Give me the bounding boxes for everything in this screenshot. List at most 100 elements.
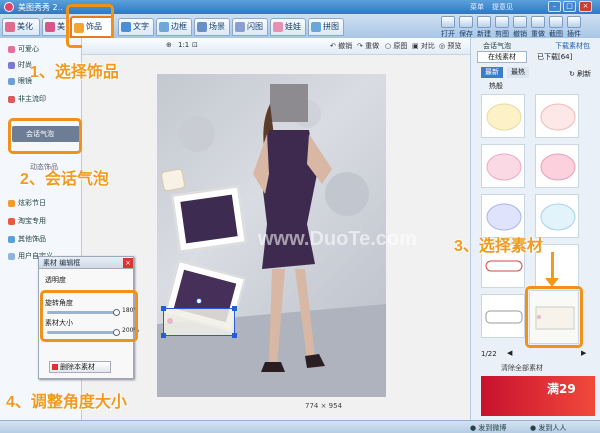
highlight-box-bubble [8,118,82,154]
sticker-skirt-photo[interactable] [171,185,247,253]
bubble-thumb-icon [486,103,522,131]
tab-text[interactable]: 文字 [118,18,154,36]
delete-material-button[interactable]: 删除本素材 [49,361,111,373]
download-package-link[interactable]: 下载素材包 [555,41,590,51]
beautify-icon [5,22,15,32]
open-button[interactable]: 打开 [440,16,456,39]
text-icon [121,22,131,32]
watermark: www.DuoTe.com [258,228,417,250]
category-item[interactable]: 淘宝专用 [6,214,78,228]
fit-button[interactable]: ⊡ [192,41,198,49]
border-icon [159,22,169,32]
face-icon [45,22,55,32]
next-page-button[interactable]: ▶ [581,349,586,357]
zoom-button[interactable]: ⊕ [166,41,172,49]
plugin-button[interactable]: 插件 [566,16,582,39]
ad-banner[interactable]: 满29 [481,376,595,416]
crop-button[interactable]: 剪图 [494,16,510,39]
tab-scene[interactable]: 场景 [194,18,230,36]
save-icon [459,16,473,28]
material-thumb[interactable] [481,144,525,188]
materials-header: 会话气泡 [483,42,511,50]
hot-label: 热般 [489,82,503,90]
menu-feedback[interactable]: 提意见 [492,2,513,12]
clear-all-materials-button[interactable]: 清除全部素材 [501,363,543,373]
status-bar: ● 发到微博 ● 发到人人 [0,420,600,433]
minimize-button[interactable]: – [548,1,561,12]
rotate-handle[interactable] [196,298,202,304]
new-button[interactable]: 新建 [476,16,492,39]
undo-top-button[interactable]: 撤销 [512,16,528,39]
category-icon [8,200,15,207]
category-icon [8,236,15,243]
material-thumb[interactable] [481,294,525,338]
folder-icon [441,16,455,28]
opacity-label: 透明度 [45,276,66,284]
sort-hottest[interactable]: 最热 [507,67,529,78]
refresh-button[interactable]: ↻ 刷新 [569,69,591,79]
popup-close-icon[interactable]: × [123,258,133,268]
undo-icon [513,16,527,28]
redo-top-button[interactable]: 重做 [530,16,546,39]
category-item[interactable]: 炫彩节日 [6,196,78,210]
tab-beauty-face[interactable]: 美 [42,18,68,36]
compare-button[interactable]: ▣ 对比 [412,41,435,51]
category-icon [8,96,15,103]
category-item[interactable]: 非主流印 [6,92,78,106]
share-weibo-button[interactable]: ● 发到微博 [470,423,506,433]
redo-icon [531,16,545,28]
collage-icon [311,22,321,32]
skirt-image [180,194,238,244]
category-item[interactable]: 其他饰品 [6,232,78,246]
material-thumb[interactable] [481,94,525,138]
screenshot-button[interactable]: 截图 [548,16,564,39]
bubble-dot [167,318,173,324]
save-button[interactable]: 保存 [458,16,474,39]
tab-beautify[interactable]: 美化 [2,18,40,36]
highlight-box-sliders [40,290,138,342]
sort-newest[interactable]: 最新 [481,67,503,78]
category-icon [8,62,15,69]
prev-page-button[interactable]: ◀ [507,349,512,357]
undo-button[interactable]: ↶ 撤销 [330,41,352,51]
selected-bubble-sticker[interactable] [161,298,237,338]
tab-collage[interactable]: 拼图 [308,18,344,36]
tab-downloaded-materials[interactable]: 已下载[64] [537,52,572,62]
callout-step2: 2、会话气泡 [20,171,109,188]
close-button[interactable]: × [579,1,592,12]
resize-handle[interactable] [161,306,166,311]
category-icon [8,78,15,85]
resize-handle[interactable] [232,333,237,338]
ad-badge: 满29 [547,382,576,396]
highlight-box-material [525,286,583,348]
preview-button[interactable]: ◎ 预览 [439,41,461,51]
tab-doll[interactable]: 娃娃 [270,18,306,36]
delete-icon [52,364,58,370]
tab-online-materials[interactable]: 在线素材 [477,51,527,63]
material-thumb[interactable] [535,144,579,188]
category-icon [8,46,15,53]
original-button[interactable]: ○ 原图 [385,41,407,51]
redo-button[interactable]: ↷ 重做 [357,41,379,51]
plugin-icon [567,16,581,28]
callout-step4: 4、调整角度大小 [6,394,127,411]
category-icon [8,253,15,260]
resize-handle[interactable] [232,306,237,311]
material-thumb[interactable] [535,94,579,138]
image-size-label: 774 × 954 [305,402,343,410]
share-renren-button[interactable]: ● 发到人人 [530,423,566,433]
camera-icon [549,16,563,28]
bubble-thumb-icon [486,153,522,181]
resize-handle[interactable] [161,333,166,338]
tab-border[interactable]: 边框 [156,18,192,36]
callout-step3: 3、选择素材 [454,238,543,255]
maximize-button[interactable]: □ [563,1,576,12]
menu-main[interactable]: 菜单 [470,2,484,12]
arrow-head-icon [545,278,559,287]
tab-flash[interactable]: 闪图 [232,18,268,36]
small-bubble-sticker[interactable] [160,168,186,192]
zoom-level[interactable]: 1:1 [178,41,189,49]
callout-step1: 1、选择饰品 [30,64,119,81]
materials-panel: 会话气泡 下载素材包 在线素材 已下载[64] 最新 最热 热般 ↻ 刷新 1/… [470,38,600,420]
page-indicator: 1/22 [481,350,497,358]
